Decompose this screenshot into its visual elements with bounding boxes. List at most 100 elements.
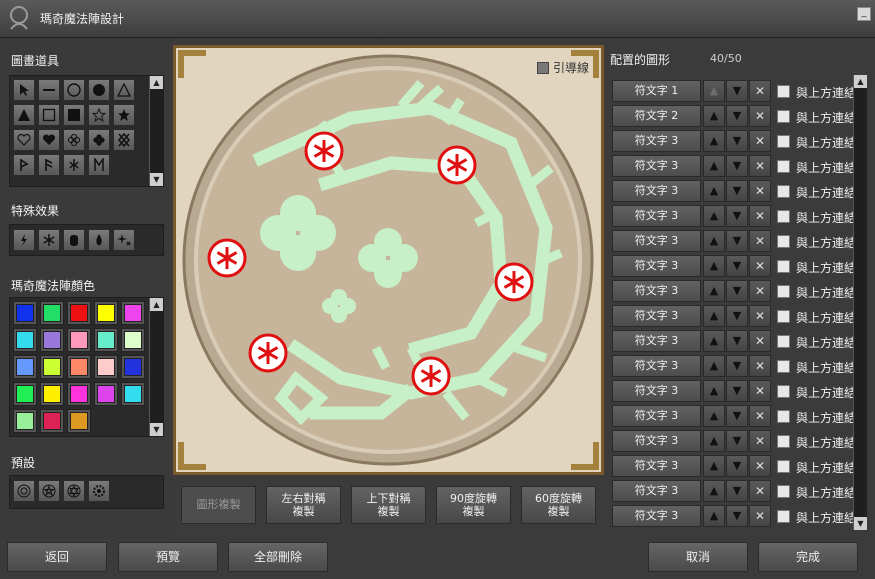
link-above-checkbox[interactable] [777, 235, 790, 248]
pointer-tool-icon[interactable] [13, 79, 35, 101]
shape-name-button[interactable]: 符文字 3 [612, 405, 701, 427]
color-swatch[interactable] [13, 382, 37, 406]
delete-icon[interactable]: ✕ [749, 380, 771, 402]
snowflake-icon[interactable] [411, 356, 451, 396]
heart-filled-tool-icon[interactable] [38, 129, 60, 151]
shape-copy-button[interactable]: 圖形複製 [181, 486, 256, 524]
move-down-icon[interactable]: ▼ [726, 130, 748, 152]
shape-name-button[interactable]: 符文字 3 [612, 380, 701, 402]
move-up-icon[interactable]: ▲ [703, 205, 725, 227]
preset-pentagram-icon[interactable] [38, 480, 60, 502]
delete-icon[interactable]: ✕ [749, 180, 771, 202]
link-above-checkbox[interactable] [777, 210, 790, 223]
delete-icon[interactable]: ✕ [749, 230, 771, 252]
scroll-down-icon[interactable]: ▼ [854, 517, 867, 530]
shape-name-button[interactable]: 符文字 3 [612, 180, 701, 202]
move-up-icon[interactable]: ▲ [703, 355, 725, 377]
link-above-checkbox[interactable] [777, 335, 790, 348]
mirror-horizontal-copy-button[interactable]: 左右對稱 複製 [266, 486, 341, 524]
snowflake-icon[interactable] [207, 238, 247, 278]
color-swatch[interactable] [94, 328, 118, 352]
move-down-icon[interactable]: ▼ [726, 105, 748, 127]
triangle-filled-tool-icon[interactable] [13, 104, 35, 126]
shape-name-button[interactable]: 符文字 3 [612, 130, 701, 152]
preset-sun-icon[interactable] [13, 480, 35, 502]
shape-name-button[interactable]: 符文字 3 [612, 305, 701, 327]
move-up-icon[interactable]: ▲ [703, 155, 725, 177]
color-swatch[interactable] [40, 301, 64, 325]
square-outline-tool-icon[interactable] [38, 104, 60, 126]
delete-icon[interactable]: ✕ [749, 455, 771, 477]
snowflake-icon[interactable] [494, 262, 534, 302]
color-swatch[interactable] [121, 328, 145, 352]
move-up-icon[interactable]: ▲ [703, 480, 725, 502]
link-above-checkbox[interactable] [777, 385, 790, 398]
preset-hexagram-icon[interactable] [63, 480, 85, 502]
delete-icon[interactable]: ✕ [749, 255, 771, 277]
delete-icon[interactable]: ✕ [749, 130, 771, 152]
delete-icon[interactable]: ✕ [749, 480, 771, 502]
move-down-icon[interactable]: ▼ [726, 405, 748, 427]
scroll-up-icon[interactable]: ▲ [854, 75, 867, 88]
shape-name-button[interactable]: 符文字 3 [612, 455, 701, 477]
move-down-icon[interactable]: ▼ [726, 205, 748, 227]
rune-4-tool-icon[interactable] [88, 154, 110, 176]
color-swatch[interactable] [94, 382, 118, 406]
color-swatch[interactable] [67, 382, 91, 406]
delete-icon[interactable]: ✕ [749, 505, 771, 527]
star-outline-tool-icon[interactable] [88, 104, 110, 126]
snowflake-icon[interactable] [304, 131, 344, 171]
move-up-icon[interactable]: ▲ [703, 330, 725, 352]
link-above-checkbox[interactable] [777, 285, 790, 298]
clover-outline-tool-icon[interactable] [63, 129, 85, 151]
move-down-icon[interactable]: ▼ [726, 355, 748, 377]
snowflake-icon[interactable] [437, 145, 477, 185]
delete-icon[interactable]: ✕ [749, 305, 771, 327]
tools-scrollbar[interactable]: ▲ ▼ [149, 76, 163, 186]
link-above-checkbox[interactable] [777, 260, 790, 273]
move-up-icon[interactable]: ▲ [703, 130, 725, 152]
scroll-down-icon[interactable]: ▼ [150, 173, 163, 186]
move-down-icon[interactable]: ▼ [726, 80, 748, 102]
title-bar[interactable]: 瑪奇魔法陣設計 _ [0, 0, 875, 38]
link-above-checkbox[interactable] [777, 85, 790, 98]
shape-name-button[interactable]: 符文字 3 [612, 480, 701, 502]
move-up-icon[interactable]: ▲ [703, 180, 725, 202]
move-down-icon[interactable]: ▼ [726, 180, 748, 202]
move-up-icon[interactable]: ▲ [703, 280, 725, 302]
shape-name-button[interactable]: 符文字 3 [612, 330, 701, 352]
color-swatch[interactable] [40, 382, 64, 406]
guide-lines-checkbox[interactable] [536, 62, 549, 74]
link-above-checkbox[interactable] [777, 510, 790, 523]
move-down-icon[interactable]: ▼ [726, 480, 748, 502]
snowflake-icon[interactable] [248, 333, 288, 373]
link-above-checkbox[interactable] [777, 110, 790, 123]
link-above-checkbox[interactable] [777, 135, 790, 148]
cancel-button[interactable]: 取消 [648, 542, 748, 572]
move-up-icon[interactable]: ▲ [703, 305, 725, 327]
delete-icon[interactable]: ✕ [749, 205, 771, 227]
scroll-down-icon[interactable]: ▼ [150, 423, 163, 436]
color-swatch[interactable] [94, 355, 118, 379]
heart-outline-tool-icon[interactable] [13, 129, 35, 151]
shape-name-button[interactable]: 符文字 3 [612, 280, 701, 302]
delete-icon[interactable]: ✕ [749, 330, 771, 352]
minimize-button[interactable]: _ [857, 7, 871, 21]
color-swatch[interactable] [13, 328, 37, 352]
delete-icon[interactable]: ✕ [749, 280, 771, 302]
color-swatch[interactable] [67, 301, 91, 325]
shape-name-button[interactable]: 符文字 1 [612, 80, 701, 102]
scroll-up-icon[interactable]: ▲ [150, 76, 163, 89]
shape-name-button[interactable]: 符文字 3 [612, 230, 701, 252]
flame-effect-icon[interactable] [88, 229, 110, 251]
move-down-icon[interactable]: ▼ [726, 430, 748, 452]
move-down-icon[interactable]: ▼ [726, 380, 748, 402]
link-above-checkbox[interactable] [777, 160, 790, 173]
shape-name-button[interactable]: 符文字 3 [612, 155, 701, 177]
move-up-icon[interactable]: ▲ [703, 505, 725, 527]
link-above-checkbox[interactable] [777, 435, 790, 448]
color-swatch[interactable] [67, 328, 91, 352]
square-filled-tool-icon[interactable] [63, 104, 85, 126]
link-above-checkbox[interactable] [777, 410, 790, 423]
sparkle-effect-icon[interactable] [113, 229, 135, 251]
